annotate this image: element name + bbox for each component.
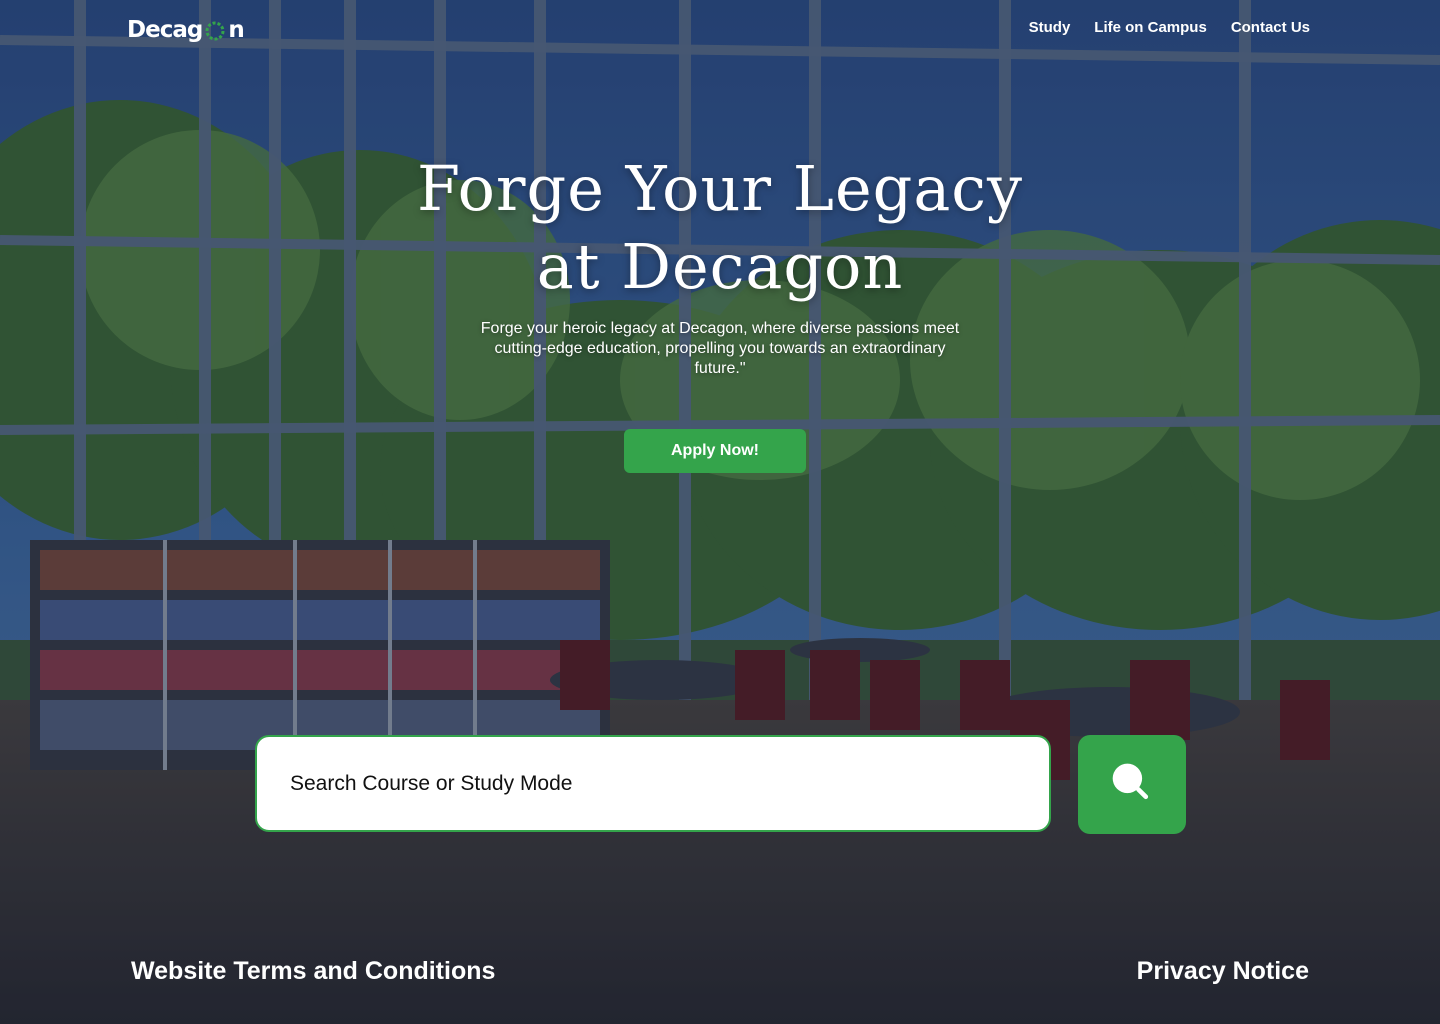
hero-title-line-2: at Decagon	[536, 230, 904, 303]
apply-now-button[interactable]: Apply Now!	[624, 429, 806, 473]
hero-subtitle: Forge your heroic legacy at Decagon, whe…	[480, 320, 960, 377]
decagon-logo[interactable]: Decag n	[127, 14, 245, 46]
search-icon	[1109, 760, 1155, 809]
nav-links: Study Life on Campus Contact Us	[1029, 19, 1310, 36]
search-box	[255, 735, 1051, 832]
terms-and-conditions-link[interactable]: Website Terms and Conditions	[131, 957, 495, 986]
logo-text-start: Decag	[127, 17, 203, 43]
logo-ring-icon	[204, 20, 226, 42]
search-button[interactable]	[1078, 735, 1186, 834]
nav-link-contact-us[interactable]: Contact Us	[1231, 19, 1310, 36]
logo-text-end: n	[228, 17, 244, 43]
search-input[interactable]	[257, 737, 1049, 830]
privacy-notice-link[interactable]: Privacy Notice	[1137, 957, 1309, 986]
nav-link-study[interactable]: Study	[1029, 19, 1071, 36]
top-navigation: Decag n Study Life on Campus Contact Us	[0, 0, 1440, 60]
nav-link-life-on-campus[interactable]: Life on Campus	[1094, 19, 1207, 36]
hero-title-line-1: Forge Your Legacy	[416, 152, 1024, 225]
hero-title: Forge Your Legacy at Decagon	[0, 150, 1440, 306]
